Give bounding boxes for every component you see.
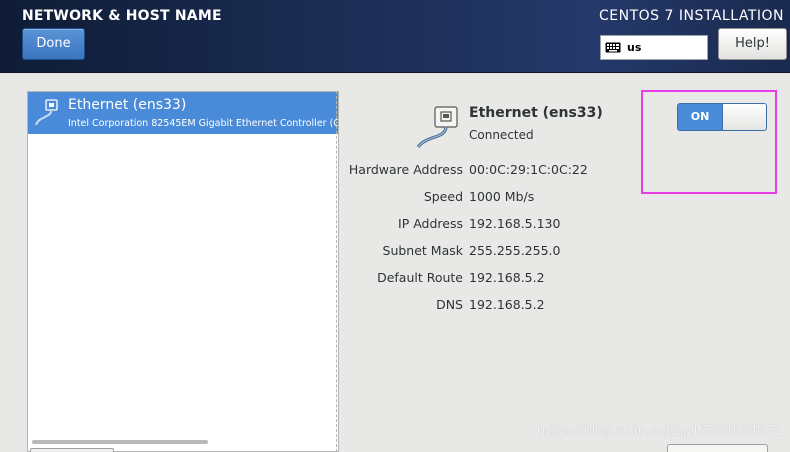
connection-status: Connected [469, 128, 534, 142]
horizontal-scrollbar[interactable] [32, 440, 208, 444]
device-name: Ethernet (ens33) [469, 105, 603, 121]
info-value: 255.255.255.0 [469, 243, 561, 258]
info-label: IP Address [398, 216, 463, 231]
info-label: DNS [436, 297, 463, 312]
info-value: 192.168.5.2 [469, 297, 545, 312]
watermark-text: https://blog.csdn.net/zp17834994071 [536, 424, 782, 439]
device-list-item-ens33[interactable]: Ethernet (ens33) Intel Corporation 82545… [28, 92, 338, 134]
configure-button[interactable] [667, 444, 768, 452]
connection-toggle-switch[interactable]: ON [677, 103, 767, 131]
add-remove-device-buttons[interactable] [30, 448, 114, 452]
device-list-item-name: Ethernet (ens33) [68, 97, 187, 113]
info-value: 192.168.5.2 [469, 270, 545, 285]
info-value: 192.168.5.130 [469, 216, 561, 231]
installation-title: CENTOS 7 INSTALLATION [599, 8, 784, 24]
help-button[interactable]: Help! [718, 28, 787, 60]
network-device-list[interactable]: Ethernet (ens33) Intel Corporation 82545… [27, 91, 339, 452]
info-row-default-route: Default Route 192.168.5.2 [300, 270, 720, 288]
info-label: Default Route [377, 270, 463, 285]
info-row-ip-address: IP Address 192.168.5.130 [300, 216, 720, 234]
toggle-knob[interactable] [722, 104, 766, 130]
toggle-on-label: ON [690, 110, 710, 123]
info-label: Hardware Address [348, 162, 463, 177]
info-value: 00:0C:29:1C:0C:22 [469, 162, 588, 177]
info-value: 1000 Mb/s [469, 189, 535, 204]
page-title: NETWORK & HOST NAME [22, 8, 222, 24]
keyboard-layout-indicator[interactable]: us [600, 35, 708, 60]
info-label: Subnet Mask [382, 243, 463, 258]
info-label: Speed [423, 189, 463, 204]
header-bar: NETWORK & HOST NAME Done CENTOS 7 INSTAL… [0, 0, 790, 73]
ethernet-cable-icon [35, 99, 58, 126]
info-row-subnet-mask: Subnet Mask 255.255.255.0 [300, 243, 720, 261]
ethernet-cable-icon [416, 106, 458, 149]
done-button[interactable]: Done [22, 28, 85, 60]
keyboard-icon [605, 42, 621, 53]
keyboard-layout-label: us [627, 41, 642, 54]
device-list-item-description: Intel Corporation 82545EM Gigabit Ethern… [68, 118, 338, 129]
info-row-dns: DNS 192.168.5.2 [300, 297, 720, 315]
